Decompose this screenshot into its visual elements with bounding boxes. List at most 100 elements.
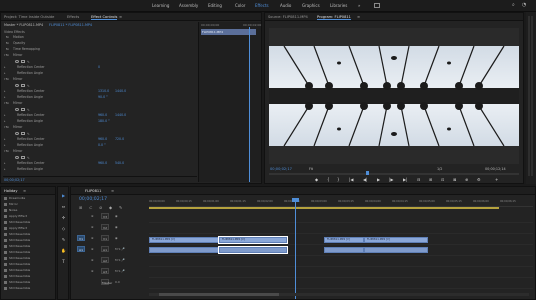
fx-toggle-icon[interactable]: fx — [6, 77, 9, 81]
video-clip[interactable]: FLIP0811.MP4 [V] — [364, 237, 428, 243]
play-button[interactable]: ▶ — [377, 177, 380, 182]
property-value-secondary[interactable]: 720.0 — [115, 137, 124, 141]
video-clip[interactable]: FLIP0811.MP4 [V] — [149, 237, 219, 243]
ellipse-mask-icon[interactable] — [15, 155, 19, 159]
track-lane[interactable] — [149, 224, 533, 234]
rectangle-mask-icon[interactable] — [21, 107, 25, 111]
playhead-handle[interactable] — [292, 198, 299, 202]
clip-selector[interactable]: FLIP0811 * FLIP0811.MP4 — [49, 23, 92, 27]
disclosure-triangle-icon[interactable]: ▾ — [4, 77, 6, 81]
audio-clip[interactable] — [364, 247, 428, 253]
property-value[interactable]: 960.0 — [98, 113, 107, 117]
ellipse-mask-icon[interactable] — [15, 83, 19, 87]
track-target-button[interactable]: A1 — [101, 246, 109, 252]
ellipse-mask-icon[interactable] — [15, 131, 19, 135]
insert-overwrite-icon[interactable]: ⊞ — [79, 205, 82, 210]
sync-lock-icon[interactable]: ⊕ — [91, 214, 94, 218]
fx-toggle-icon[interactable]: fx — [6, 47, 9, 51]
track-lane[interactable] — [149, 279, 533, 289]
effect-row[interactable]: ▸ Reflection Center 0 — [1, 65, 197, 70]
ellipse-mask-icon[interactable] — [15, 107, 19, 111]
disclosure-triangle-icon[interactable]: ▸ — [4, 119, 6, 123]
tab-sequence[interactable]: FLIP0811 — [85, 189, 101, 193]
source-patch-button[interactable]: V1 — [77, 235, 85, 241]
sync-lock-icon[interactable]: ⊕ — [91, 269, 94, 273]
effect-row[interactable]: ▸ Reflection Center 960.0 540.0 — [1, 161, 197, 166]
fx-toggle-icon[interactable]: fx — [6, 125, 9, 129]
project-list-item[interactable]: Dreamville — [4, 196, 25, 201]
effect-row[interactable]: fx Time Remapping — [1, 47, 197, 52]
rectangle-mask-icon[interactable] — [21, 59, 25, 63]
master-clip-label[interactable]: Master * FLIP0811.MP4 — [4, 23, 43, 27]
extract-button[interactable]: ⊞ — [429, 177, 432, 182]
pen-mask-icon[interactable]: ✎ — [27, 156, 31, 160]
project-list-item[interactable]: Still Resemble — [4, 280, 30, 285]
monitor-scrubber[interactable] — [269, 171, 519, 175]
linked-selection-icon[interactable]: ⊘ — [99, 205, 102, 210]
mute-solo-buttons[interactable]: M S 🎤 — [115, 269, 125, 273]
effect-row[interactable]: ▸ Reflection Center 960.0 720.0 — [1, 137, 197, 142]
razor-tool-icon[interactable]: ◇ — [61, 226, 66, 231]
rectangle-mask-icon[interactable] — [21, 155, 25, 159]
disclosure-triangle-icon[interactable]: ▾ — [4, 149, 6, 153]
track-target-button[interactable]: V3 — [101, 213, 109, 219]
effect-row[interactable]: ▸ Reflection Angle — [1, 71, 197, 76]
effect-row[interactable]: fx Motion — [1, 35, 197, 40]
mark-in-button[interactable]: { — [327, 177, 330, 182]
work-area-bar[interactable] — [149, 207, 499, 209]
project-list-item[interactable]: Apply Effect — [4, 226, 27, 231]
ripple-edit-tool-icon[interactable]: ✢ — [61, 215, 66, 220]
property-value[interactable]: 90.0 ° — [98, 95, 108, 99]
ellipse-mask-icon[interactable] — [15, 59, 19, 63]
timeline-timecode[interactable]: 00;00;02;17 — [79, 197, 107, 202]
effect-row[interactable]: ▸ Reflection Center 960.0 1440.0 — [1, 113, 197, 118]
video-clip[interactable]: FLIP0811.MP4 [V] — [218, 236, 288, 244]
vr-button[interactable]: ⊕ — [465, 177, 468, 182]
tab-project[interactable]: Project: Time Inside Outside — [4, 15, 54, 19]
search-icon[interactable]: ⌕ — [512, 2, 515, 8]
sync-lock-icon[interactable]: ⊕ — [91, 258, 94, 262]
video-clip[interactable]: FLIP0811.MP4 [V] — [324, 237, 364, 243]
monitor-playhead[interactable] — [366, 171, 369, 175]
disclosure-triangle-icon[interactable]: ▸ — [4, 167, 6, 171]
rectangle-mask-icon[interactable] — [21, 83, 25, 87]
mark-out-button[interactable]: } — [337, 177, 340, 182]
rectangle-mask-icon[interactable] — [21, 131, 25, 135]
timeline-menu-icon[interactable]: ≡ — [111, 189, 114, 193]
project-list-item[interactable]: Still Resemble — [4, 274, 30, 279]
workspace-tab-libraries[interactable]: Libraries — [330, 3, 347, 8]
lift-button[interactable]: ⊟ — [417, 177, 420, 182]
timeline-playhead[interactable] — [295, 199, 296, 299]
project-list-item[interactable]: Still Resemble — [4, 238, 30, 243]
pen-mask-icon[interactable]: ✎ — [27, 108, 31, 112]
disclosure-triangle-icon[interactable]: ▸ — [4, 143, 6, 147]
notifications-icon[interactable]: ◔ — [522, 2, 526, 8]
eye-icon[interactable]: ◉ — [115, 214, 118, 218]
type-tool-icon[interactable]: T — [61, 259, 66, 264]
timeline-scroll-thumb[interactable] — [159, 293, 279, 296]
project-list-item[interactable]: Still Resemble — [4, 244, 30, 249]
hand-tool-icon[interactable]: ✋ — [61, 248, 66, 253]
fx-toggle-icon[interactable]: fx — [6, 149, 9, 153]
property-value-secondary[interactable]: 1440.0 — [115, 113, 126, 117]
property-value[interactable]: 0.0 ° — [98, 143, 106, 147]
tab-program[interactable]: Program: FLIP0811 — [317, 15, 351, 20]
disclosure-triangle-icon[interactable]: ▸ — [4, 113, 6, 117]
mask-shape-buttons[interactable]: ✎ — [15, 59, 33, 64]
snap-icon[interactable]: ⊂ — [89, 205, 92, 210]
effect-row[interactable]: fx ▾ Mirror — [1, 101, 197, 106]
track-lane[interactable] — [149, 268, 533, 278]
time-ruler[interactable]: 00;00;00;00 00;00;00;15 00;00;01;00 00;00;0… — [149, 199, 533, 207]
project-list-item[interactable]: Still Resemble — [4, 262, 30, 267]
effect-row[interactable]: fx ▾ Mirror — [1, 125, 197, 130]
button-editor-icon[interactable]: + — [495, 177, 498, 182]
project-list-item[interactable]: Still Resemble — [4, 232, 30, 237]
effect-row[interactable]: ▸ Reflection Angle 0.0 ° — [1, 143, 197, 148]
mini-clip-bar[interactable]: FLIP0811.MP4 — [201, 29, 256, 35]
step-forward-button[interactable]: |▶ — [389, 177, 393, 182]
zoom-select[interactable]: Fit — [309, 167, 313, 171]
sync-lock-icon[interactable]: ⊕ — [91, 225, 94, 229]
tab-effects[interactable]: Effects — [67, 15, 79, 19]
project-menu-icon[interactable]: ≡ — [23, 189, 26, 193]
fx-toggle-icon[interactable]: fx — [6, 41, 9, 45]
